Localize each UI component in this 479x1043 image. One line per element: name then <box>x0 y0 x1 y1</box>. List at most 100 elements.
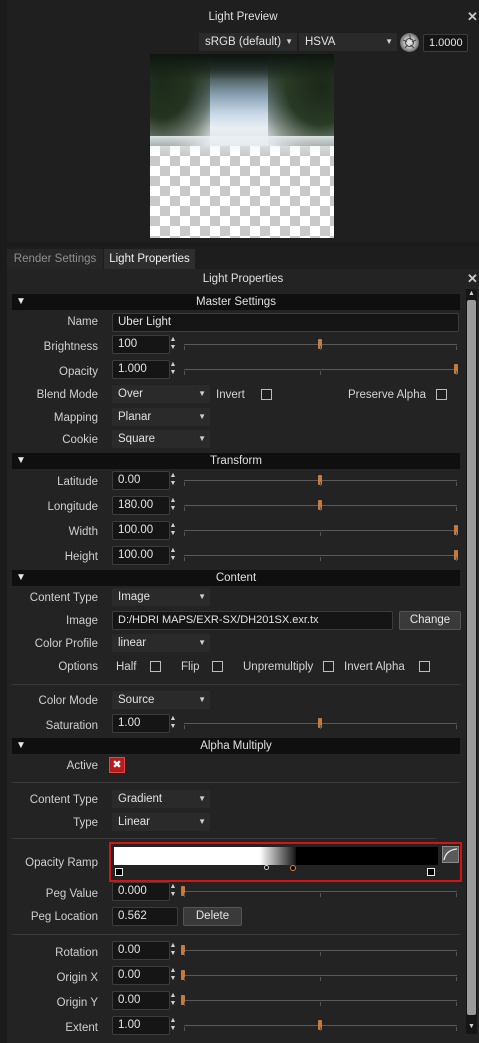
cookie-select[interactable]: Square ▼ <box>112 430 210 448</box>
peg-value-slider-track[interactable] <box>184 891 457 892</box>
slider-tick <box>456 532 457 536</box>
content-type-select[interactable]: Image ▼ <box>112 588 210 606</box>
origin-y-stepper[interactable]: ▲ ▼ <box>168 992 178 1009</box>
extent-input[interactable]: 1.00 <box>112 1016 170 1035</box>
options-label: Options <box>58 661 98 673</box>
color-profile-select[interactable]: linear ▼ <box>112 634 210 652</box>
scrollbar-down-arrow[interactable]: ▼ <box>466 1022 477 1032</box>
gradient-type-select[interactable]: Linear ▼ <box>112 813 210 831</box>
brightness-stepper[interactable]: ▲ ▼ <box>168 336 178 353</box>
opacity-ramp-widget[interactable] <box>109 842 462 882</box>
origin-x-slider-track[interactable] <box>184 975 457 976</box>
tab-light-properties[interactable]: Light Properties <box>104 249 195 269</box>
section-transform[interactable]: ▼ Transform <box>12 453 460 469</box>
exposure-input[interactable]: 1.0000 <box>423 34 468 52</box>
preserve-alpha-checkbox[interactable] <box>436 389 447 400</box>
half-checkbox[interactable] <box>150 661 161 672</box>
longitude-stepper[interactable]: ▲ ▼ <box>168 497 178 514</box>
close-icon[interactable]: ✕ <box>467 272 478 285</box>
blend-mode-select[interactable]: Over ▼ <box>112 385 210 403</box>
divider <box>12 782 460 783</box>
width-slider-track[interactable] <box>184 530 457 531</box>
divider <box>12 838 436 839</box>
rotation-input[interactable]: 0.00 <box>112 941 170 960</box>
opacity-ramp-gradient[interactable] <box>114 847 438 865</box>
peg-value-label: Peg Value <box>45 888 98 900</box>
height-slider-track[interactable] <box>184 555 457 556</box>
ramp-stop-left[interactable] <box>115 868 123 876</box>
slider-tick <box>184 1002 185 1006</box>
origin-y-input[interactable]: 0.00 <box>112 991 170 1010</box>
tab-render-settings[interactable]: Render Settings <box>7 249 103 269</box>
chevron-down-icon: ▼ <box>198 389 206 398</box>
extent-stepper[interactable]: ▲ ▼ <box>168 1017 178 1034</box>
longitude-input[interactable]: 180.00 <box>112 496 170 515</box>
slider-tick <box>456 893 457 897</box>
ramp-stop-right[interactable] <box>427 868 435 876</box>
blend-mode-label: Blend Mode <box>36 389 98 401</box>
alpha-content-type-select[interactable]: Gradient ▼ <box>112 790 210 808</box>
invert-checkbox[interactable] <box>261 389 272 400</box>
aperture-icon[interactable] <box>400 33 419 52</box>
scrollbar-up-arrow[interactable]: ▲ <box>466 289 477 299</box>
curve-icon[interactable] <box>442 846 459 863</box>
slider-tick <box>184 952 185 956</box>
invert-alpha-checkbox[interactable] <box>419 661 430 672</box>
unpremultiply-checkbox[interactable] <box>323 661 334 672</box>
slider-tick <box>320 893 321 897</box>
rotation-slider-track[interactable] <box>184 950 457 951</box>
scrollbar[interactable]: ▲ ▼ <box>466 289 477 1034</box>
close-icon[interactable]: ✕ <box>467 10 478 23</box>
origin-x-input[interactable]: 0.00 <box>112 966 170 985</box>
delete-button[interactable]: Delete <box>183 907 242 926</box>
slider-tick <box>456 977 457 981</box>
extent-label: Extent <box>65 1022 98 1034</box>
slider-tick <box>184 725 185 729</box>
ramp-midpoint-handle[interactable] <box>264 865 269 870</box>
origin-y-slider-track[interactable] <box>184 1000 457 1001</box>
scrollbar-thumb[interactable] <box>467 300 476 1015</box>
opacity-label: Opacity <box>59 366 98 378</box>
slider-tick <box>184 507 185 511</box>
name-field[interactable]: Uber Light <box>112 313 459 332</box>
height-stepper[interactable]: ▲ ▼ <box>168 547 178 564</box>
flip-checkbox[interactable] <box>212 661 223 672</box>
width-stepper[interactable]: ▲ ▼ <box>168 522 178 539</box>
color-mode-select[interactable]: Source ▼ <box>112 691 210 709</box>
section-alpha-multiply[interactable]: ▼ Alpha Multiply <box>12 738 460 754</box>
ramp-selected-peg[interactable] <box>290 865 296 871</box>
opacity-input[interactable]: 1.000 <box>112 360 170 379</box>
cookie-value: Square <box>118 433 156 445</box>
height-input[interactable]: 100.00 <box>112 546 170 565</box>
colorspace-value: sRGB (default) <box>205 36 282 48</box>
channel-mode-value: HSVA <box>305 36 336 48</box>
active-checkbox[interactable]: ✖ <box>109 757 125 773</box>
latitude-stepper[interactable]: ▲ ▼ <box>168 472 178 489</box>
rotation-stepper[interactable]: ▲ ▼ <box>168 942 178 959</box>
saturation-input[interactable]: 1.00 <box>112 714 170 733</box>
image-path-field[interactable]: D:/HDRI MAPS/EXR-SX/DH201SX.exr.tx <box>112 611 393 630</box>
change-button[interactable]: Change <box>399 611 461 630</box>
tab-label: Light Properties <box>109 253 190 265</box>
brightness-input[interactable]: 100 <box>112 335 170 354</box>
width-input[interactable]: 100.00 <box>112 521 170 540</box>
channel-mode-select[interactable]: HSVA ▼ <box>299 33 397 51</box>
mapping-select[interactable]: Planar ▼ <box>112 408 210 426</box>
section-title: Master Settings <box>196 296 276 308</box>
section-master-settings[interactable]: ▼ Master Settings <box>12 294 460 310</box>
slider-tick <box>320 1027 321 1031</box>
peg-location-input[interactable]: 0.562 <box>112 907 178 926</box>
divider <box>12 684 460 685</box>
colorspace-select[interactable]: sRGB (default) ▼ <box>199 33 297 51</box>
opacity-slider-track[interactable] <box>184 369 457 370</box>
peg-value-input[interactable]: 0.000 <box>112 882 170 901</box>
slider-tick <box>320 532 321 536</box>
slider-tick <box>456 371 457 375</box>
opacity-stepper[interactable]: ▲ ▼ <box>168 361 178 378</box>
latitude-input[interactable]: 0.00 <box>112 471 170 490</box>
saturation-stepper[interactable]: ▲ ▼ <box>168 715 178 732</box>
section-content[interactable]: ▼ Content <box>12 570 460 586</box>
origin-x-stepper[interactable]: ▲ ▼ <box>168 967 178 984</box>
slider-tick <box>184 977 185 981</box>
peg-value-stepper[interactable]: ▲ ▼ <box>168 883 178 900</box>
